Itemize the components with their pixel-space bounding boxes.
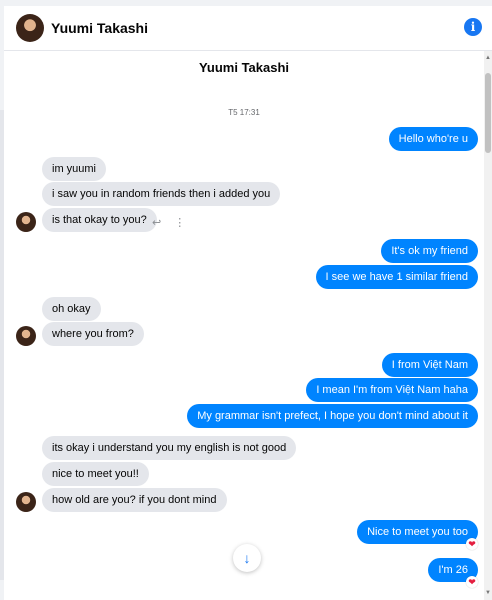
message-bubble-outgoing[interactable]: It's ok my friend	[381, 239, 478, 263]
message-bubble-outgoing[interactable]: Nice to meet you too	[357, 520, 478, 544]
message-bubble-incoming[interactable]: im yuumi	[42, 157, 107, 181]
sender-avatar	[16, 326, 36, 346]
message-bubble-incoming[interactable]: where you from?	[42, 322, 144, 346]
chat-header: Yuumi Takashi i	[4, 6, 492, 51]
scrollbar-thumb[interactable]	[485, 73, 491, 153]
message-bubble-outgoing[interactable]: Hello who're u	[388, 127, 478, 151]
scroll-to-bottom-button[interactable]: ↓	[233, 544, 261, 572]
message-bubble-outgoing[interactable]: My grammar isn't prefect, I hope you don…	[187, 404, 478, 428]
scroll-down-arrow-icon[interactable]: ▼	[485, 590, 491, 596]
message-actions: ↩ ⋮	[152, 216, 195, 229]
info-icon[interactable]: i	[464, 18, 482, 36]
heart-reaction-icon[interactable]: ❤	[466, 538, 478, 550]
message-bubble-incoming[interactable]: its okay i understand you my english is …	[42, 436, 297, 460]
message-bubble-outgoing[interactable]: I mean I'm from Việt Nam haha	[306, 378, 478, 402]
message-timestamp: T5 17:31	[228, 108, 260, 117]
sender-avatar	[16, 492, 36, 512]
reply-icon[interactable]: ↩	[152, 217, 161, 229]
message-list: Yuumi Takashi T5 17:31 Hello who're u im…	[4, 51, 484, 600]
heart-reaction-icon[interactable]: ❤	[466, 576, 478, 588]
message-bubble-incoming[interactable]: nice to meet you!!	[42, 462, 149, 486]
message-bubble-outgoing[interactable]: I from Việt Nam	[381, 353, 478, 377]
message-scrollbar[interactable]: ▲ ▼	[484, 51, 492, 600]
message-bubble-incoming[interactable]: is that okay to you?	[42, 208, 157, 232]
conversation-title: Yuumi Takashi	[198, 60, 290, 75]
sender-avatar	[16, 212, 36, 232]
contact-name[interactable]: Yuumi Takashi	[51, 20, 148, 36]
more-icon[interactable]: ⋮	[174, 217, 185, 229]
message-bubble-incoming[interactable]: i saw you in random friends then i added…	[42, 182, 281, 206]
message-bubble-incoming[interactable]: oh okay	[42, 297, 101, 321]
chat-window: Yuumi Takashi i Yuumi Takashi T5 17:31 H…	[4, 6, 492, 600]
message-bubble-incoming[interactable]: how old are you? if you dont mind	[42, 488, 227, 512]
scroll-up-arrow-icon[interactable]: ▲	[485, 55, 491, 61]
contact-avatar[interactable]	[16, 14, 44, 42]
message-bubble-outgoing[interactable]: I see we have 1 similar friend	[315, 265, 478, 289]
